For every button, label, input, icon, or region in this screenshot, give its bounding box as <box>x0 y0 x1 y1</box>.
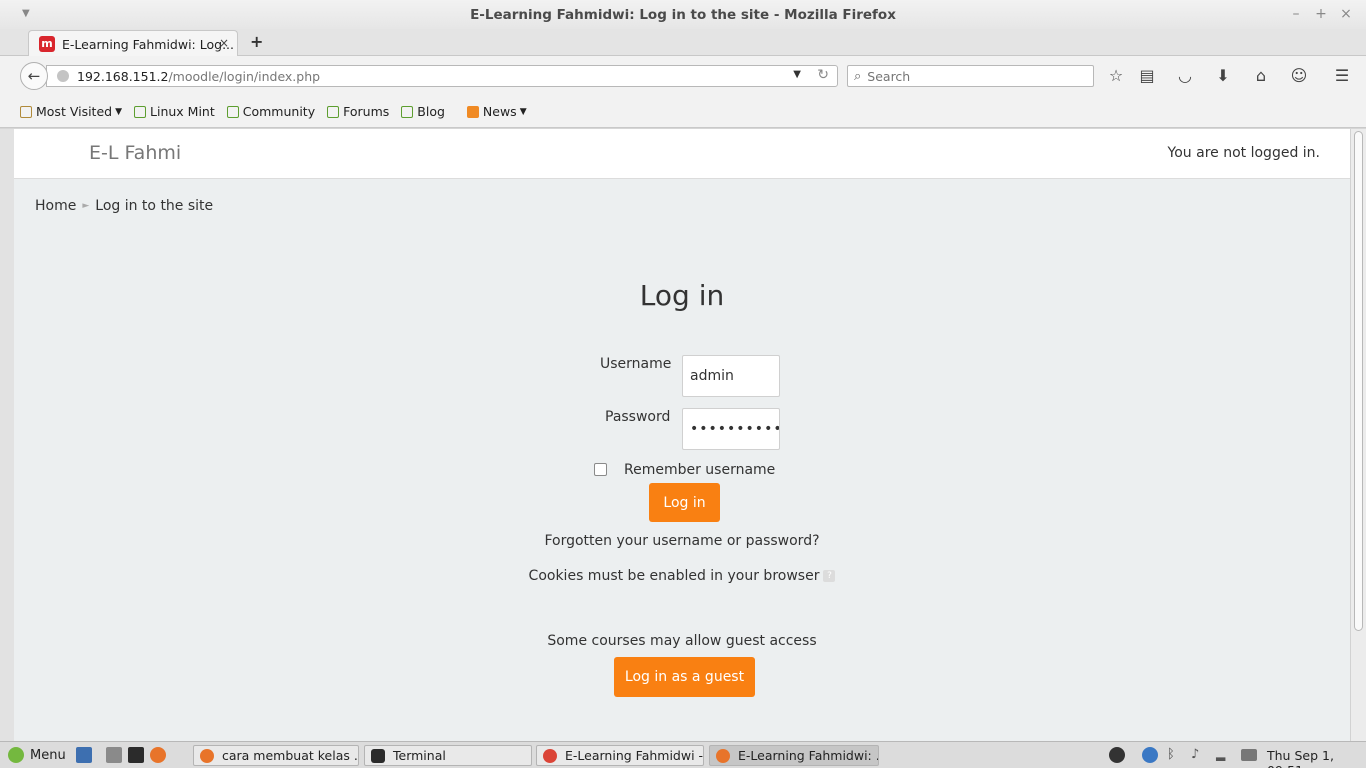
search-icon: ⌕ <box>854 68 862 84</box>
close-window-button[interactable]: × <box>1338 6 1354 22</box>
rss-icon <box>466 105 479 118</box>
maximize-button[interactable]: + <box>1313 6 1329 22</box>
username-label: Username <box>600 356 672 372</box>
page-title: Log in <box>639 279 725 312</box>
mint-icon <box>226 105 239 118</box>
terminal-launcher-icon[interactable] <box>127 747 144 763</box>
search-input[interactable] <box>867 68 1068 84</box>
home-icon[interactable]: ⌂ <box>1251 66 1271 85</box>
password-label: Password <box>605 409 671 425</box>
bookmarks-toolbar: Most Visited ▼ Linux Mint Community Forum… <box>0 96 1366 128</box>
tab-close-button[interactable]: × <box>219 36 229 50</box>
scrollbar-thumb[interactable] <box>1354 131 1363 631</box>
new-tab-button[interactable]: + <box>250 32 263 51</box>
left-gutter <box>0 129 14 741</box>
bookmark-forums[interactable]: Forums <box>327 104 389 119</box>
taskbar-window-firefox-elearning[interactable]: E-Learning Fahmidwi: ... <box>709 745 879 766</box>
terminal-icon <box>371 748 385 763</box>
taskbar-window-chrome[interactable]: E-Learning Fahmidwi -... <box>536 745 704 766</box>
reading-list-icon[interactable]: ▤ <box>1137 66 1157 85</box>
minimize-button[interactable]: – <box>1288 6 1304 22</box>
back-button[interactable]: ← <box>20 62 48 90</box>
login-button[interactable]: Log in <box>649 483 720 522</box>
bluetooth-icon[interactable]: ᛒ <box>1167 747 1183 763</box>
firefox-icon <box>200 748 214 763</box>
start-menu-button[interactable]: Menu <box>8 747 66 763</box>
forgot-password-anchor[interactable]: Forgotten your username or password? <box>544 533 819 549</box>
guest-access-text: Some courses may allow guest access <box>547 633 817 649</box>
chevron-down-icon: ▼ <box>115 106 123 117</box>
url-bar[interactable]: 192.168.151.2/moodle/login/index.php ▼ ↻ <box>46 65 838 87</box>
help-icon[interactable]: ? <box>823 570 836 582</box>
cookies-notice: Cookies must be enabled in your browser? <box>14 568 1350 584</box>
vertical-scrollbar[interactable] <box>1350 129 1366 741</box>
window-menu-icon[interactable]: ▼ <box>22 8 30 19</box>
tab-strip: m E-Learning Fahmidwi: Log... × + <box>0 29 1366 57</box>
window-title: E-Learning Fahmidwi: Log in to the site … <box>470 6 896 23</box>
url-history-dropdown-icon[interactable]: ▼ <box>793 69 801 80</box>
login-status: You are not logged in. <box>1167 145 1320 161</box>
taskbar-window-firefox-cara[interactable]: cara membuat kelas ... <box>193 745 359 766</box>
guest-login-button[interactable]: Log in as a guest <box>614 657 755 697</box>
firefox-launcher-icon[interactable] <box>149 747 166 763</box>
taskbar-clock[interactable]: Thu Sep 1, 09:51 <box>1267 748 1366 768</box>
back-arrow-icon: ← <box>27 67 41 85</box>
breadcrumb: Home ► Log in to the site <box>35 198 213 214</box>
cookies-text: Cookies must be enabled in your browser <box>528 568 820 584</box>
battery-icon[interactable] <box>1241 749 1257 761</box>
bookmark-star-icon[interactable]: ☆ <box>1106 66 1126 85</box>
steam-tray-icon[interactable] <box>1109 747 1125 763</box>
mint-icon <box>134 105 147 118</box>
downloads-icon[interactable]: ⬇ <box>1213 66 1233 85</box>
hello-chat-icon[interactable]: ☺ <box>1289 66 1309 85</box>
bookmark-community[interactable]: Community <box>226 104 315 119</box>
page-viewport: E-L Fahmi You are not logged in. Home ► … <box>14 129 1350 741</box>
password-input[interactable] <box>682 408 780 450</box>
taskbar-window-terminal[interactable]: Terminal <box>364 745 532 766</box>
bookmark-blog[interactable]: Blog <box>401 104 445 119</box>
search-bar[interactable]: ⌕ <box>847 65 1094 87</box>
forgot-password-link: Forgotten your username or password? <box>14 533 1350 549</box>
bookmark-linux-mint[interactable]: Linux Mint <box>134 104 215 119</box>
url-path: /moodle/login/index.php <box>168 68 321 84</box>
remember-username-label: Remember username <box>624 462 776 478</box>
mint-icon <box>327 105 340 118</box>
username-input[interactable] <box>682 355 780 397</box>
firefox-icon <box>716 748 730 763</box>
show-desktop-icon[interactable] <box>75 747 92 763</box>
hamburger-menu-icon[interactable]: ☰ <box>1332 66 1352 85</box>
bookmark-news[interactable]: News ▼ <box>466 104 527 119</box>
moodle-favicon-icon: m <box>39 36 55 52</box>
network-signal-icon[interactable]: ▂ <box>1216 747 1232 763</box>
site-header: E-L Fahmi You are not logged in. <box>14 129 1350 179</box>
site-brand[interactable]: E-L Fahmi <box>89 142 181 164</box>
chevron-down-icon: ▼ <box>519 106 527 117</box>
navigation-toolbar: 192.168.151.2/moodle/login/index.php ▼ ↻… <box>0 56 1366 96</box>
bookmark-most-visited[interactable]: Most Visited ▼ <box>20 104 122 119</box>
mint-icon <box>401 105 414 118</box>
tab-label: E-Learning Fahmidwi: Log... <box>62 36 234 52</box>
url-host: 192.168.151.2 <box>77 68 169 84</box>
folder-icon <box>20 105 32 118</box>
mint-logo-icon <box>8 747 24 763</box>
tab-elearning[interactable]: m E-Learning Fahmidwi: Log... × <box>28 30 238 57</box>
info-tray-icon[interactable] <box>1142 747 1158 763</box>
file-manager-icon[interactable] <box>105 747 122 763</box>
window-titlebar: ▼ E-Learning Fahmidwi: Log in to the sit… <box>0 0 1366 29</box>
breadcrumb-current: Log in to the site <box>95 198 214 214</box>
site-identity-icon[interactable] <box>57 70 69 82</box>
pocket-icon[interactable]: ◡ <box>1175 66 1195 85</box>
breadcrumb-home[interactable]: Home <box>35 198 76 214</box>
breadcrumb-separator-icon: ► <box>82 201 90 211</box>
remember-username-checkbox[interactable] <box>594 463 607 476</box>
volume-icon[interactable]: ♪ <box>1191 747 1207 763</box>
chrome-icon <box>543 748 557 763</box>
taskbar: Menu cara membuat kelas ... Terminal E-L… <box>0 741 1366 768</box>
reload-icon[interactable]: ↻ <box>817 67 829 83</box>
